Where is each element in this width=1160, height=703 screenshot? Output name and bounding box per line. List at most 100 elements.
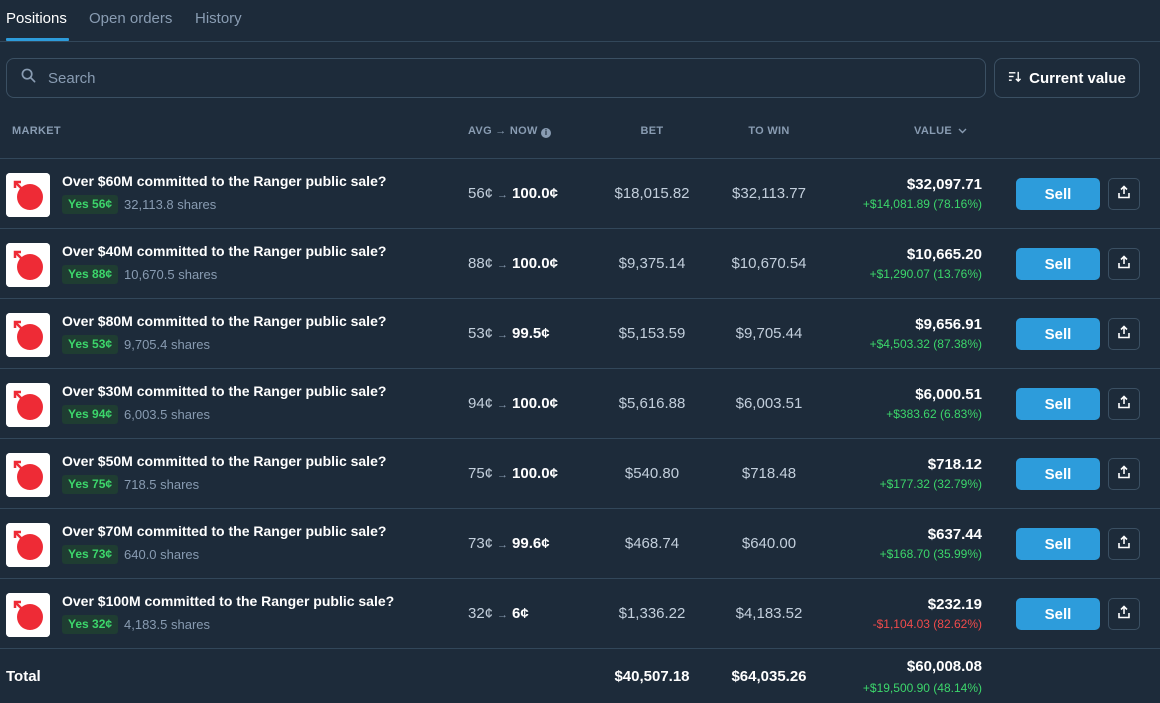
share-icon <box>1117 604 1131 624</box>
shares-count: 718.5 shares <box>124 477 200 492</box>
position-pnl: +$383.62 (6.83%) <box>886 407 982 421</box>
search-box[interactable] <box>6 58 986 98</box>
position-pnl: +$1,290.07 (13.76%) <box>869 267 982 281</box>
now-price: 99.6¢ <box>512 535 550 552</box>
share-button[interactable] <box>1108 318 1140 350</box>
position-value: $32,097.71 <box>906 176 982 193</box>
tab-positions[interactable]: Positions <box>6 10 67 27</box>
market-thumbnail <box>6 453 50 497</box>
arrow-right-icon: → <box>497 259 509 271</box>
now-price: 100.0¢ <box>512 395 558 412</box>
column-header-market: MARKET <box>12 125 61 137</box>
to-win-amount: $718.48 <box>741 465 797 482</box>
column-header-avg-now[interactable]: AVG → NOW i <box>468 125 552 138</box>
sell-button[interactable]: Sell <box>1016 458 1100 490</box>
market-title[interactable]: Over $30M committed to the Ranger public… <box>62 383 386 399</box>
position-pnl: -$1,104.03 (82.62%) <box>872 617 982 631</box>
bet-amount: $468.74 <box>624 535 680 552</box>
share-icon <box>1117 324 1131 344</box>
to-win-amount: $9,705.44 <box>735 325 803 342</box>
sell-button[interactable]: Sell <box>1016 388 1100 420</box>
avg-now-price: 32¢ → 6¢ <box>468 605 529 622</box>
position-row[interactable]: Over $80M committed to the Ranger public… <box>0 299 1160 369</box>
search-icon <box>21 68 36 88</box>
market-title[interactable]: Over $60M committed to the Ranger public… <box>62 173 386 189</box>
position-value: $637.44 <box>927 526 982 543</box>
outcome-badge: Yes 88¢ <box>62 265 119 284</box>
avg-now-label: AVG → NOW <box>468 125 538 137</box>
outcome-badge: Yes 56¢ <box>62 195 119 214</box>
sell-button[interactable]: Sell <box>1016 178 1100 210</box>
sell-button[interactable]: Sell <box>1016 528 1100 560</box>
bet-amount: $1,336.22 <box>618 605 686 622</box>
outcome-badge: Yes 94¢ <box>62 405 119 424</box>
share-button[interactable] <box>1108 388 1140 420</box>
sell-button[interactable]: Sell <box>1016 248 1100 280</box>
market-title[interactable]: Over $40M committed to the Ranger public… <box>62 243 386 259</box>
position-row[interactable]: Over $70M committed to the Ranger public… <box>0 509 1160 579</box>
avg-now-price: 75¢ → 100.0¢ <box>468 465 558 482</box>
to-win-amount: $4,183.52 <box>735 605 803 622</box>
market-title[interactable]: Over $50M committed to the Ranger public… <box>62 453 386 469</box>
arrow-right-icon: → <box>497 189 509 201</box>
position-row[interactable]: Over $60M committed to the Ranger public… <box>0 159 1160 229</box>
arrow-right-icon: → <box>497 469 509 481</box>
avg-price: 94¢ <box>468 395 494 412</box>
shares-count: 32,113.8 shares <box>124 197 217 212</box>
column-header-value[interactable]: VALUE <box>914 125 967 137</box>
avg-now-price: 73¢ → 99.6¢ <box>468 535 550 552</box>
to-win-amount: $32,113.77 <box>732 185 806 202</box>
market-title[interactable]: Over $70M committed to the Ranger public… <box>62 523 386 539</box>
bet-amount: $5,153.59 <box>618 325 686 342</box>
shares-count: 10,670.5 shares <box>124 267 218 282</box>
avg-now-price: 94¢ → 100.0¢ <box>468 395 558 412</box>
outcome-badge: Yes 73¢ <box>62 545 119 564</box>
market-thumbnail <box>6 173 50 217</box>
tab-history[interactable]: History <box>195 10 242 27</box>
sort-label: Current value <box>1029 69 1126 87</box>
position-value: $718.12 <box>927 456 982 473</box>
market-title[interactable]: Over $80M committed to the Ranger public… <box>62 313 386 329</box>
share-button[interactable] <box>1108 178 1140 210</box>
share-icon <box>1117 184 1131 204</box>
to-win-amount: $640.00 <box>741 535 797 552</box>
position-row[interactable]: Over $50M committed to the Ranger public… <box>0 439 1160 509</box>
total-bet: $40,507.18 <box>614 668 690 685</box>
sort-icon <box>1008 70 1022 87</box>
share-button[interactable] <box>1108 458 1140 490</box>
column-header-to-win: TO WIN <box>748 125 790 137</box>
bet-amount: $9,375.14 <box>618 255 686 272</box>
total-to-win: $64,035.26 <box>731 668 807 685</box>
column-header-bet: BET <box>640 125 664 137</box>
market-thumbnail <box>6 313 50 357</box>
position-value: $232.19 <box>927 596 982 613</box>
arrow-right-icon: → <box>497 399 509 411</box>
share-button[interactable] <box>1108 248 1140 280</box>
position-row[interactable]: Over $30M committed to the Ranger public… <box>0 369 1160 439</box>
share-button[interactable] <box>1108 528 1140 560</box>
position-row[interactable]: Over $100M committed to the Ranger publi… <box>0 579 1160 649</box>
market-title[interactable]: Over $100M committed to the Ranger publi… <box>62 593 394 609</box>
share-button[interactable] <box>1108 598 1140 630</box>
shares-count: 6,003.5 shares <box>124 407 211 422</box>
outcome-badge: Yes 32¢ <box>62 615 119 634</box>
market-thumbnail <box>6 243 50 287</box>
tab-open-orders[interactable]: Open orders <box>89 10 172 27</box>
sort-current-value-button[interactable]: Current value <box>994 58 1140 98</box>
position-pnl: +$168.70 (35.99%) <box>879 547 982 561</box>
value-header-label: VALUE <box>914 125 952 137</box>
sell-button[interactable]: Sell <box>1016 318 1100 350</box>
shares-count: 9,705.4 shares <box>124 337 211 352</box>
avg-price: 73¢ <box>468 535 494 552</box>
sell-button[interactable]: Sell <box>1016 598 1100 630</box>
to-win-amount: $10,670.54 <box>731 255 807 272</box>
now-price: 99.5¢ <box>512 325 550 342</box>
position-row[interactable]: Over $40M committed to the Ranger public… <box>0 229 1160 299</box>
info-icon[interactable]: i <box>541 128 552 138</box>
position-value: $6,000.51 <box>915 386 982 403</box>
search-input[interactable] <box>48 69 948 87</box>
now-price: 100.0¢ <box>512 185 558 202</box>
avg-price: 88¢ <box>468 255 494 272</box>
position-pnl: +$4,503.32 (87.38%) <box>869 337 982 351</box>
market-thumbnail <box>6 383 50 427</box>
